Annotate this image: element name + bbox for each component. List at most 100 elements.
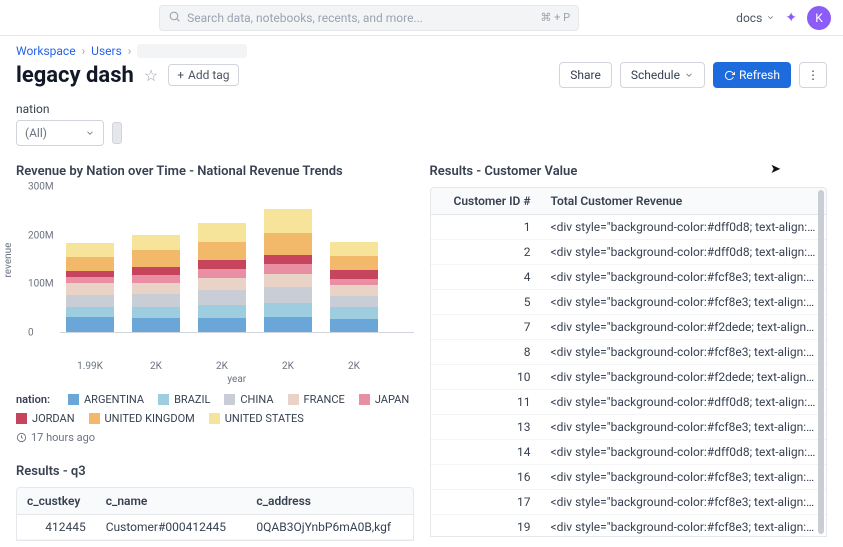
title-row: legacy dash ☆ + Add tag Share Schedule R… [16,62,827,88]
table-row[interactable]: 10<div style="background-color:#f2dede; … [431,365,827,390]
cv-title: Results - Customer Value [430,164,828,179]
share-button[interactable]: Share [559,62,612,88]
cell-customer-id: 16 [431,465,541,490]
avatar[interactable]: K [807,6,831,30]
legend-swatch [68,394,79,405]
bar-stack[interactable] [198,187,246,332]
bar-segment [330,242,378,256]
page-title: legacy dash [16,63,134,88]
table-row[interactable]: 412445Customer#0004124450QAB3OjYnbP6mA0B… [17,515,413,540]
table-row[interactable]: 13<div style="background-color:#fcf8e3; … [431,415,827,440]
cell-customer-id: 14 [431,440,541,465]
cell-customer-id: 1 [431,215,541,240]
legend-item[interactable]: JAPAN [359,393,409,406]
add-tag-button[interactable]: + Add tag [168,64,238,86]
bar-segment [198,278,246,290]
table-header[interactable]: Customer ID # [431,188,541,215]
cv-panel: Results - Customer Value Customer ID #To… [430,164,828,541]
bar-segment [132,250,180,267]
bar-segment [66,257,114,272]
q3-table: c_custkeyc_namec_address412445Customer#0… [17,488,413,540]
legend-label-text: CHINA [240,393,273,406]
bar-segment [132,318,180,332]
refresh-button[interactable]: Refresh [713,62,791,88]
table-row[interactable]: 16<div style="background-color:#fcf8e3; … [431,465,827,490]
table-row[interactable]: 19<div style="background-color:#fcf8e3; … [431,515,827,538]
breadcrumb-users[interactable]: Users [91,44,122,58]
legend-item[interactable]: UNITED STATES [209,412,304,425]
table-header[interactable]: c_address [246,488,412,515]
legend-item[interactable]: FRANCE [288,393,345,406]
cell-revenue: <div style="background-color:#f2dede; te… [541,315,827,340]
schedule-button[interactable]: Schedule [620,62,705,88]
bar-segment [132,283,180,294]
legend-item[interactable]: JORDAN [16,412,75,425]
bar-segment [330,256,378,271]
bar-segment [264,317,312,332]
table-row[interactable]: 7<div style="background-color:#f2dede; t… [431,315,827,340]
legend-title: nation: [16,393,50,406]
timestamp: 17 hours ago [16,431,414,444]
sparkle-icon[interactable]: ✦ [785,10,797,26]
q3-panel: Results - q3 c_custkeyc_namec_address412… [16,464,414,541]
legend-item[interactable]: CHINA [224,393,273,406]
cell-cname: Customer#000412445 [96,515,247,540]
table-row[interactable]: 5<div style="background-color:#fcf8e3; t… [431,290,827,315]
cell-revenue: <div style="background-color:#fcf8e3; te… [541,290,827,315]
bar-segment [330,270,378,279]
bar-segment [198,269,246,278]
legend-item[interactable]: BRAZIL [158,393,210,406]
legend-label-text: UNITED KINGDOM [105,412,195,425]
bar-stack[interactable] [264,187,312,332]
bar-segment [132,235,180,251]
table-row[interactable]: 1<div style="background-color:#dff0d8; t… [431,215,827,240]
table-header[interactable]: Total Customer Revenue [541,188,827,215]
table-row[interactable]: 11<div style="background-color:#dff0d8; … [431,390,827,415]
cell-custkey: 412445 [17,515,96,540]
chevron-down-icon [684,70,694,80]
nation-select[interactable]: (All) [16,120,104,146]
bar-stack[interactable] [66,187,114,332]
bar-stack[interactable] [330,187,378,332]
y-axis-label: revenue [3,243,14,278]
legend-item[interactable]: UNITED KINGDOM [89,412,195,425]
x-tick: 2K [198,361,246,372]
table-row[interactable]: 4<div style="background-color:#fcf8e3; t… [431,265,827,290]
bar-segment [330,307,378,319]
filter-chip[interactable] [112,122,122,144]
filter-label: nation [16,102,827,116]
legend-item[interactable]: ARGENTINA [68,393,144,406]
cell-caddress: 0QAB3OjYnbP6mA0B,kgf [246,515,412,540]
cv-table: Customer ID #Total Customer Revenue1<div… [431,188,827,537]
chevron-down-icon [85,128,95,138]
legend-label-text: JORDAN [32,412,75,425]
bar-segment [66,307,114,318]
x-tick: 2K [330,361,378,372]
table-row[interactable]: 2<div style="background-color:#dff0d8; t… [431,240,827,265]
kebab-menu[interactable]: ⋮ [799,62,827,88]
legend-swatch [16,413,27,424]
bar-segment [264,209,312,232]
topbar: Search data, notebooks, recents, and mor… [0,0,843,36]
bar-stack[interactable] [132,187,180,332]
table-header[interactable]: c_name [96,488,247,515]
cell-revenue: <div style="background-color:#dff0d8; te… [541,240,827,265]
legend-swatch [209,413,220,424]
cell-revenue: <div style="background-color:#fcf8e3; te… [541,515,827,538]
cell-revenue: <div style="background-color:#dff0d8; te… [541,440,827,465]
cell-customer-id: 4 [431,265,541,290]
star-icon[interactable]: ☆ [144,66,158,85]
breadcrumb-workspace[interactable]: Workspace [16,44,76,58]
search-icon [168,10,181,26]
table-header[interactable]: c_custkey [17,488,96,515]
cell-revenue: <div style="background-color:#fcf8e3; te… [541,340,827,365]
table-row[interactable]: 8<div style="background-color:#fcf8e3; t… [431,340,827,365]
docs-menu[interactable]: docs [736,11,775,25]
legend-label-text: BRAZIL [174,393,210,406]
table-row[interactable]: 17<div style="background-color:#fcf8e3; … [431,490,827,515]
cell-customer-id: 11 [431,390,541,415]
cell-revenue: <div style="background-color:#fcf8e3; te… [541,465,827,490]
table-row[interactable]: 14<div style="background-color:#dff0d8; … [431,440,827,465]
search-input[interactable]: Search data, notebooks, recents, and mor… [159,5,579,31]
bar-segment [198,260,246,269]
